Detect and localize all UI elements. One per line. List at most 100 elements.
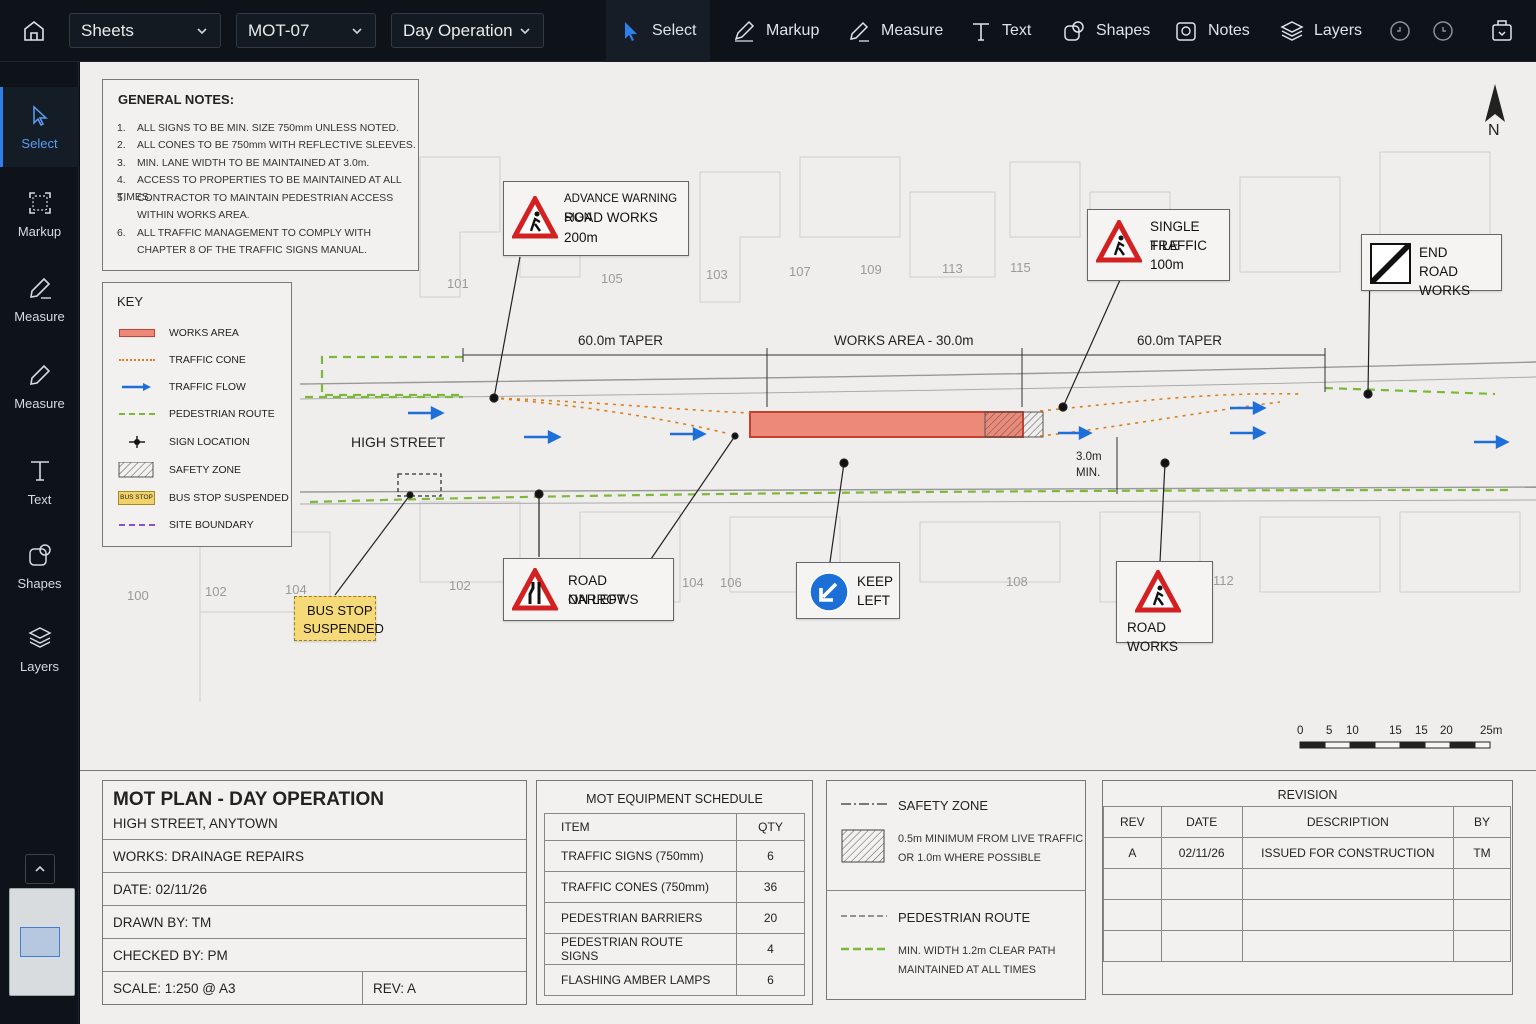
note-6b: CHAPTER 8 OF THE TRAFFIC SIGNS MANUAL.	[137, 245, 367, 256]
drawn-by: DRAWN BY: TM	[113, 915, 212, 930]
drawing-canvas[interactable]: GENERAL NOTES: 1. ALL SIGNS TO BE MIN. SI…	[80, 62, 1536, 1024]
tool-notes[interactable]: Notes	[1160, 0, 1264, 62]
scale-label: 25m	[1480, 725, 1503, 737]
pedestrian-route-line-icon	[841, 915, 887, 917]
tool-notes-label: Notes	[1208, 22, 1250, 39]
road-narrows-sign-icon	[512, 568, 558, 611]
works-description: WORKS: DRAINAGE REPAIRS	[113, 849, 305, 864]
chevron-down-icon	[520, 28, 530, 35]
sign-bus-l1: BUS STOP	[307, 603, 373, 618]
scale-label: 20	[1440, 725, 1453, 737]
tool-measure-label: Measure	[881, 22, 944, 39]
sidebar-item-label: Markup	[17, 223, 62, 239]
tool-select-label: Select	[652, 22, 697, 39]
note-1: 1. ALL SIGNS TO BE MIN. SIZE 750mm UNLESS…	[117, 123, 399, 134]
lot-number: 103	[706, 267, 728, 282]
layers-icon	[27, 626, 52, 648]
safety-zone-hatch-icon	[841, 829, 885, 863]
chevron-down-icon	[352, 28, 362, 35]
sidebar-item-text[interactable]: Text	[0, 442, 79, 522]
minimap[interactable]	[9, 888, 75, 996]
sheets-dropdown-label: Sheets	[81, 20, 134, 40]
minimap-viewport[interactable]	[20, 927, 60, 957]
safety-zone-title: SAFETY ZONE	[898, 798, 989, 813]
sidebar-item-layers[interactable]: Layers	[0, 609, 79, 689]
collapse-up-button[interactable]	[25, 854, 55, 884]
note-3: 3. MIN. LANE WIDTH TO BE MAINTAINED AT 3.…	[117, 158, 370, 169]
operation-dropdown[interactable]: Day Operation	[391, 13, 544, 48]
note-5b: WITHIN WORKS AREA.	[137, 210, 250, 221]
general-notes-title: GENERAL NOTES:	[118, 92, 235, 107]
tool-measure[interactable]: Measure	[833, 0, 957, 62]
table-row: PEDESTRIAN BARRIERS 20	[544, 902, 805, 934]
key-item: TRAFFIC FLOW	[117, 377, 246, 397]
dim-taper-left: 60.0m TAPER	[578, 333, 664, 348]
sign-roadworks-l1: ROAD WORKS	[1127, 620, 1179, 654]
lot-number: 108	[1006, 574, 1028, 589]
table-row: TRAFFIC SIGNS (750mm) 6	[544, 840, 805, 872]
tool-select[interactable]: Select	[606, 0, 710, 62]
pencil-icon	[29, 277, 51, 299]
schedule-title: MOT EQUIPMENT SCHEDULE	[586, 792, 763, 806]
sign-single-l3: 100m	[1150, 257, 1184, 272]
safety-zone-l2: OR 1.0m WHERE POSSIBLE	[898, 852, 1041, 864]
table-row: TRAFFIC CONES (750mm) 36	[544, 871, 805, 903]
tool-shapes[interactable]: Shapes	[1048, 0, 1164, 62]
tool-shapes-label: Shapes	[1096, 22, 1151, 39]
sidebar-item-measure[interactable]: Measure	[0, 259, 79, 339]
lot-number: 104	[682, 575, 704, 590]
lot-number: 113	[942, 261, 963, 276]
tool-markup[interactable]: Markup	[718, 0, 833, 62]
lot-number: 102	[205, 584, 227, 599]
redo-icon[interactable]	[1430, 18, 1456, 44]
sign-end-road-works[interactable]: END ROAD WORKS	[1361, 234, 1502, 298]
sidebar-item-markup[interactable]: Markup	[0, 174, 79, 254]
sign-advance-warning[interactable]: ADVANCE WARNING SIGN ROAD WORKS 200m	[503, 181, 689, 256]
table-header-row: ITEM QTY	[544, 813, 805, 841]
key-title: KEY	[117, 294, 144, 309]
sidebar-item-select[interactable]: Select	[0, 87, 79, 167]
lot-number: 109	[860, 262, 882, 277]
top-toolbar: Sheets MOT-07 Day Operation Select Marku…	[0, 0, 1536, 62]
schedule-table: ITEM QTY TRAFFIC SIGNS (750mm) 6 TRAFFIC C…	[544, 813, 805, 996]
sheets-dropdown[interactable]: Sheets	[69, 13, 221, 48]
sign-road-works[interactable]: ROAD WORKS	[1116, 561, 1213, 654]
key-item: SITE BOUNDARY	[117, 515, 254, 535]
title-block: MOT PLAN - DAY OPERATION HIGH STREET, AN…	[102, 780, 527, 1005]
text-icon	[30, 460, 49, 481]
tool-text[interactable]: Text	[956, 0, 1045, 62]
road-works-sign-icon	[1135, 570, 1181, 613]
sign-single-l2: TRAFFIC	[1150, 238, 1207, 253]
home-icon[interactable]	[12, 12, 56, 50]
key-item: TRAFFIC CONE	[117, 350, 246, 370]
safety-zone-l1: 0.5m MINIMUM FROM LIVE TRAFFIC	[898, 833, 1084, 845]
cursor-icon	[32, 104, 48, 126]
sidebar-item-label: Layers	[19, 658, 60, 674]
cursor-icon	[625, 22, 637, 41]
sign-bus-stop-suspended[interactable]: BUS STOP SUSPENDED	[294, 596, 384, 641]
scale-label: 10	[1346, 725, 1359, 737]
sidebar-item-label: Select	[21, 135, 58, 151]
sign-road-narrows[interactable]: ROAD NARROWS ON LEFT	[503, 558, 674, 621]
table-row	[1103, 868, 1511, 900]
sign-single-file[interactable]: SINGLE FILE TRAFFIC 100m	[1087, 209, 1230, 281]
revision-title: REVISION	[1277, 788, 1338, 802]
table-row: PEDESTRIAN ROUTE SIGNS 4	[544, 933, 805, 965]
dim-lane-min: MIN.	[1076, 467, 1101, 479]
frame-icon	[28, 191, 51, 214]
export-icon[interactable]	[1489, 18, 1515, 44]
lot-number: 115	[1010, 260, 1031, 275]
undo-icon[interactable]	[1387, 18, 1413, 44]
tool-text-label: Text	[1002, 22, 1032, 39]
sidebar-item-measure-2[interactable]: Measure	[0, 346, 79, 426]
dim-lane-width: 3.0m	[1076, 451, 1102, 463]
notes-icon	[1176, 22, 1196, 41]
layers-icon	[1280, 21, 1304, 41]
tool-layers[interactable]: Layers	[1266, 0, 1376, 62]
sign-bus-l2: SUSPENDED	[303, 621, 384, 636]
sidebar-item-shapes[interactable]: Shapes	[0, 526, 79, 606]
equipment-schedule: MOT EQUIPMENT SCHEDULE ITEM QTY TRAFFIC S…	[536, 780, 813, 1005]
sign-keep-left[interactable]: KEEP LEFT	[796, 562, 900, 619]
lot-number: 105	[601, 271, 623, 286]
sheet-number-dropdown[interactable]: MOT-07	[236, 13, 376, 48]
